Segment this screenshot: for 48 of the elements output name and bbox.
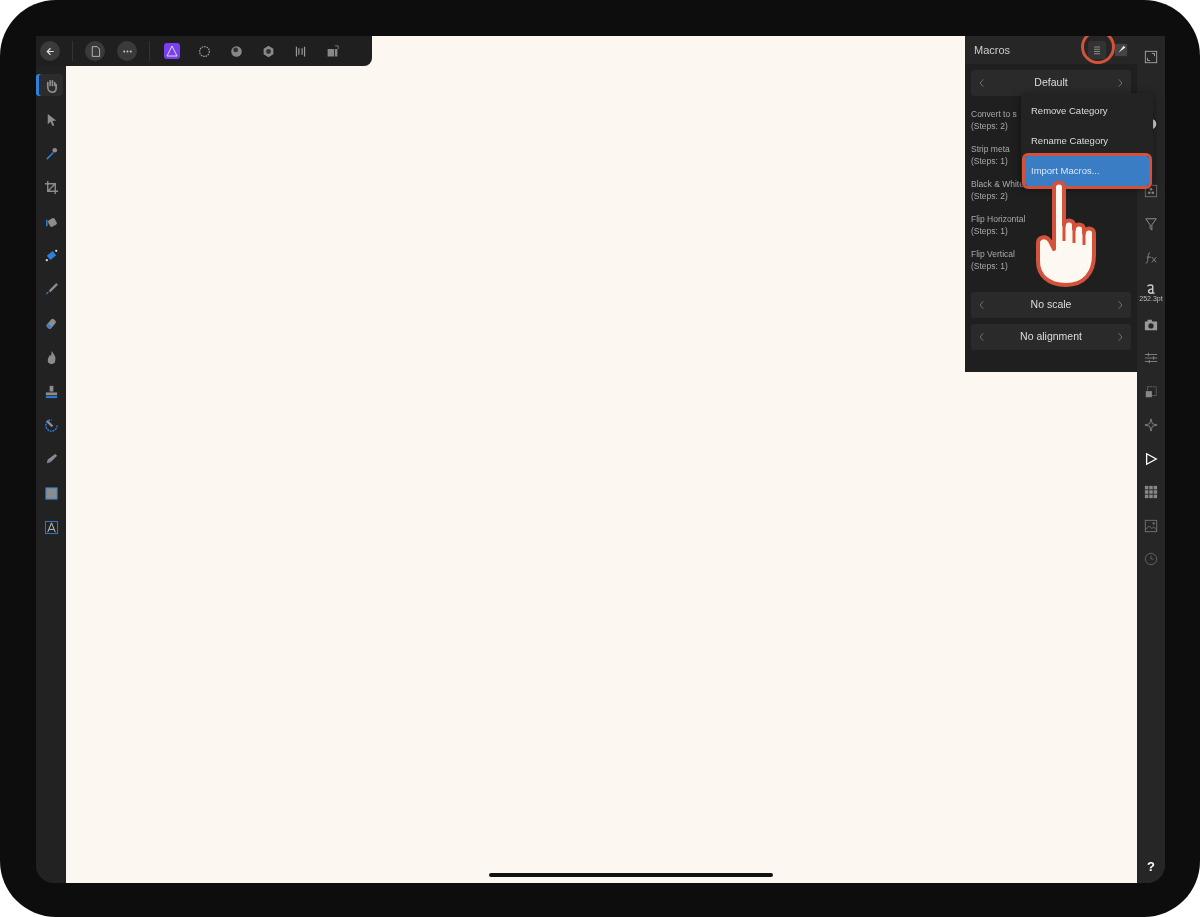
panels-icon [325,44,339,58]
compass-icon [1144,418,1158,433]
hexagon-icon [261,44,275,58]
back-button[interactable] [40,41,60,61]
gradient-icon [43,247,59,263]
camera-icon [1144,317,1158,332]
filter-icon [1144,217,1158,232]
help-button[interactable]: ? [1141,855,1161,877]
sphere-icon [229,44,243,58]
category-selector[interactable]: Default [971,70,1131,96]
text-tool-icon [43,519,59,535]
rectangle-icon [43,485,59,501]
menu-item[interactable]: Rename Category [1025,126,1149,156]
tool-button[interactable] [39,74,63,96]
chevron-left-icon [977,298,987,312]
chevron-right-icon [1115,330,1125,344]
panel-title: Macros [974,42,1011,58]
expand-icon [1144,49,1158,64]
chevron-left-icon [977,76,987,90]
menu-icon [1091,44,1103,56]
fx-icon [1144,250,1158,265]
ring-icon [197,44,211,58]
chevron-left-icon [977,330,987,344]
crop-icon [43,179,59,195]
bars-icon [293,44,307,58]
chevron-right-icon [1115,298,1125,312]
option-selector[interactable]: No alignment [971,324,1131,350]
macro-item[interactable]: Flip Horizontal (Steps: 1) [965,213,1137,237]
menu-button[interactable] [1088,41,1106,59]
transform-icon [1144,384,1158,399]
brush-cycle-icon [43,417,59,433]
pin-icon [1114,43,1128,57]
menu-item[interactable]: Import Macros... [1025,156,1149,186]
grid-icon [1144,485,1158,500]
eyedropper-icon [43,145,59,161]
image-icon [1144,518,1158,533]
document-button[interactable] [85,41,105,61]
option-selector[interactable]: No scale [971,292,1131,318]
macro-item[interactable]: Flip Vertical (Steps: 1) [965,248,1137,272]
highlight-circle [1081,36,1115,64]
play-icon [1144,451,1158,466]
chevron-right-icon [1115,76,1125,90]
clock-icon [1144,552,1158,567]
stamp-icon [43,383,59,399]
menu-item[interactable]: Remove Category [1025,96,1149,126]
more-button[interactable] [117,41,137,61]
brush-icon [43,281,59,297]
sliders-icon [1144,351,1158,366]
